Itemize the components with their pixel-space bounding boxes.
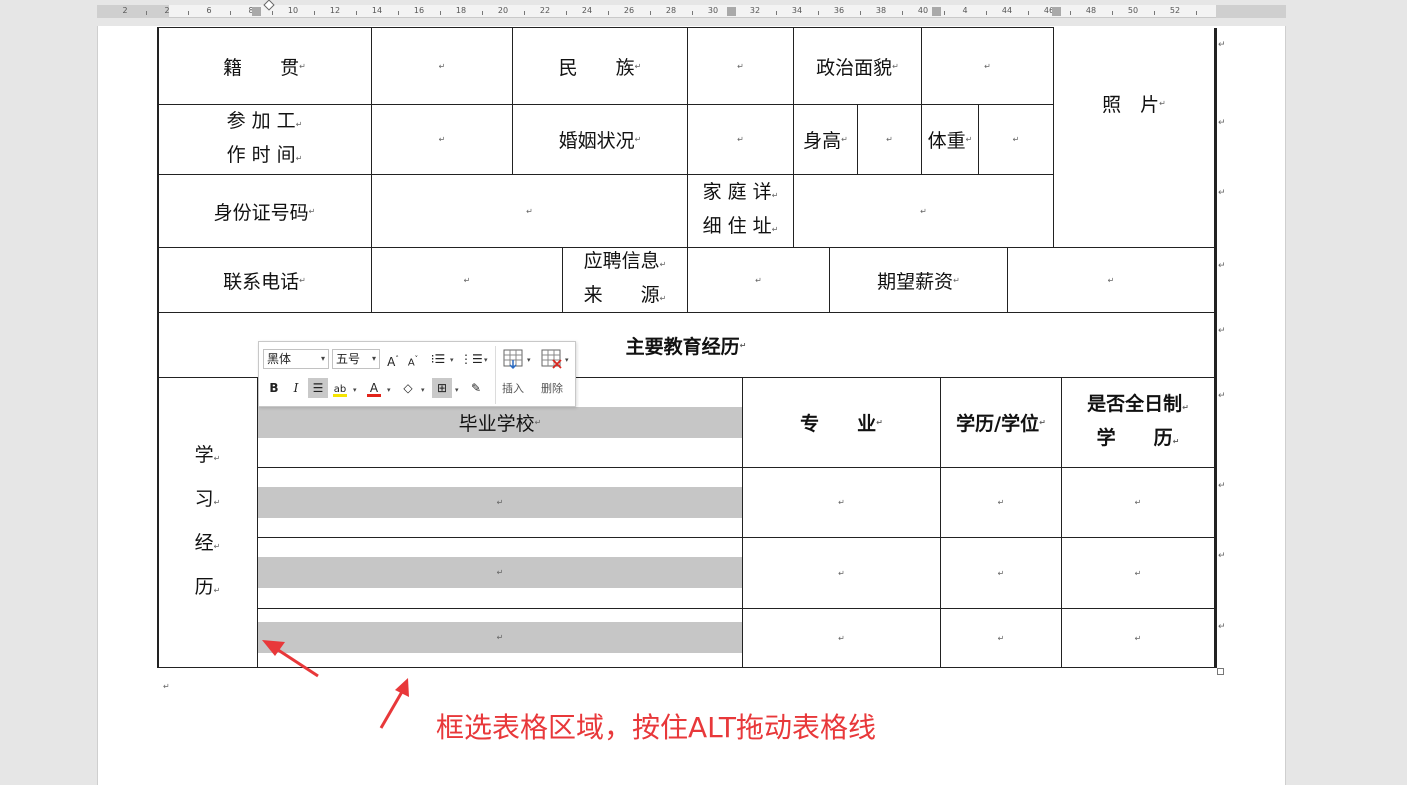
annotation-arrows bbox=[262, 640, 409, 729]
arrow-icon bbox=[262, 640, 319, 678]
annotation-text: 框选表格区域，按住ALT拖动表格线 bbox=[436, 711, 877, 744]
arrow-icon bbox=[379, 678, 409, 729]
